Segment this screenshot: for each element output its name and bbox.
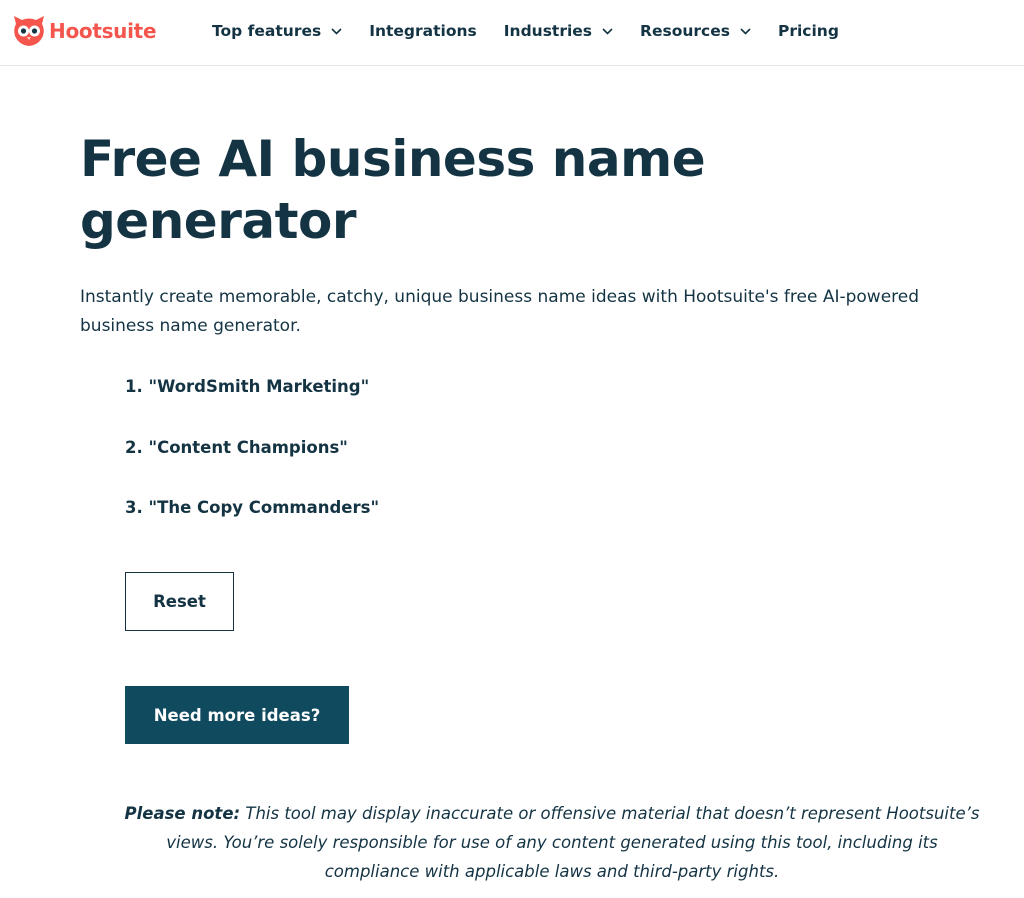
nav-item-pricing[interactable]: Pricing (778, 22, 839, 40)
page-title-line-1: Free AI business name (80, 130, 706, 188)
disclaimer-label: Please note: (124, 804, 241, 823)
disclaimer-line-1: This tool may display inaccurate or offe… (245, 804, 980, 823)
page-intro: Instantly create memorable, catchy, uniq… (80, 283, 1010, 341)
owl-logo-icon (14, 16, 44, 46)
page-title-line-2: generator (80, 192, 357, 250)
nav-item-label: Industries (503, 22, 593, 40)
nav-item-label: Pricing (777, 22, 839, 40)
top-navigation: Hootsuite Top features Integrations Indu… (0, 0, 1024, 66)
nav-item-integrations[interactable]: Integrations (369, 22, 477, 40)
disclaimer-line-3: compliance with applicable laws and thir… (324, 862, 780, 881)
main-menu: Top features Integrations Industries Res… (212, 20, 866, 42)
nav-item-label: Top features (212, 22, 322, 40)
chevron-down-icon (602, 27, 613, 35)
disclaimer-note: Please note: This tool may display inacc… (82, 799, 1022, 886)
nav-item-top-features[interactable]: Top features (212, 22, 342, 40)
brand-name: Hootsuite (49, 19, 157, 43)
need-more-ideas-button[interactable]: Need more ideas? (125, 686, 349, 744)
generated-names-list: 1. "WordSmith Marketing" 2. "Content Cha… (125, 376, 379, 558)
chevron-down-icon (740, 27, 751, 35)
page-title: Free AI business name generator (80, 128, 940, 252)
generated-name-item: 2. "Content Champions" (125, 437, 348, 457)
disclaimer-line-2: views. You’re solely responsible for use… (166, 833, 938, 852)
generated-name-item: 1. "WordSmith Marketing" (125, 377, 370, 396)
nav-item-label: Resources (640, 22, 730, 40)
intro-line-2: business name generator. (80, 316, 301, 336)
hootsuite-logo[interactable]: Hootsuite (12, 14, 157, 48)
reset-button[interactable]: Reset (125, 572, 234, 631)
generated-name-item: 3. "The Copy Commanders" (125, 498, 380, 517)
chevron-down-icon (331, 27, 342, 35)
nav-item-industries[interactable]: Industries (504, 22, 613, 40)
intro-line-1: Instantly create memorable, catchy, uniq… (80, 287, 920, 307)
nav-item-resources[interactable]: Resources (640, 22, 751, 40)
nav-item-label: Integrations (369, 22, 477, 40)
